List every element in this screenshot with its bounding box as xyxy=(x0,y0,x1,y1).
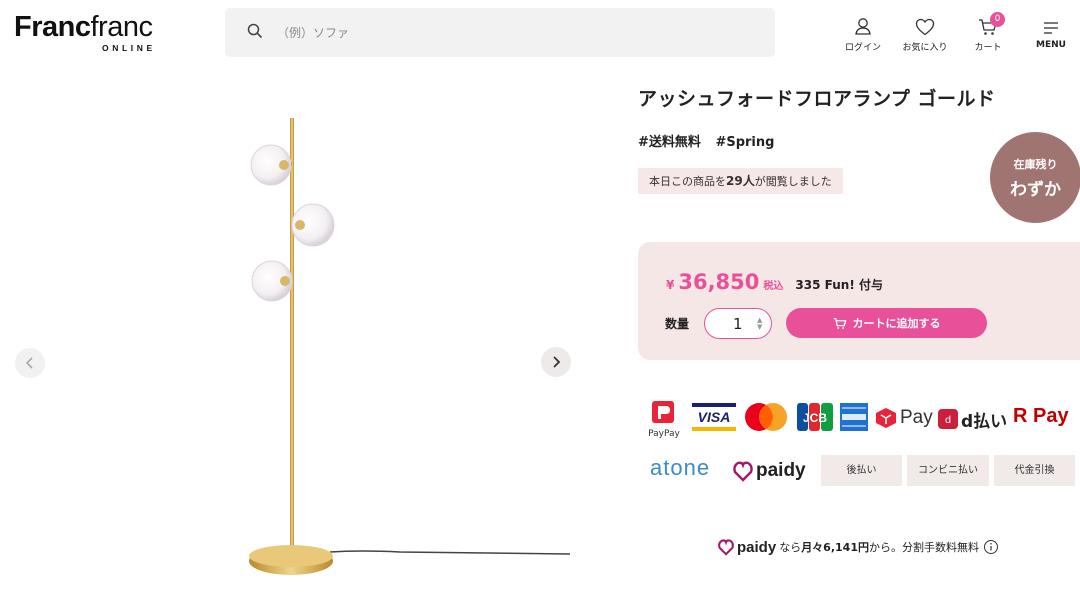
paypay-label: PayPay xyxy=(648,429,680,439)
jcb-logo: JCB xyxy=(797,403,833,431)
purchase-panel: ¥36,850 税込 335 Fun! 付与 数量 1 ▲ ▼ カートに追加する xyxy=(638,242,1080,360)
cart-icon xyxy=(958,14,1018,36)
nav-menu-label: MENU xyxy=(1036,40,1066,50)
product-title: アッシュフォードフロアランプ ゴールド xyxy=(638,88,996,110)
logo-wordmark: Francfranc xyxy=(14,11,153,43)
dpay-label: d払い xyxy=(961,411,1008,432)
paidy-logo: paidy xyxy=(733,457,815,485)
amex-logo xyxy=(840,403,868,431)
dpay-logo: d d払い xyxy=(938,406,1008,432)
tag-spring[interactable]: #Spring xyxy=(715,135,774,150)
rpay-logo: R Pay xyxy=(1013,405,1069,427)
paidy-monthly-amount: 月々6,141円 xyxy=(801,541,869,554)
nav-cart[interactable]: 0 カート xyxy=(958,12,1018,53)
price-row: ¥36,850 税込 335 Fun! 付与 xyxy=(666,270,883,294)
logo-subtitle: ONLINE xyxy=(102,43,156,53)
visa-text: VISA xyxy=(698,409,731,425)
low-stock-badge: 在庫残り わずか xyxy=(990,132,1080,223)
merpay-label: Pay xyxy=(900,407,933,428)
price-value: 36,850 xyxy=(678,270,760,294)
cart-count-badge: 0 xyxy=(990,12,1005,27)
add-to-cart-button[interactable]: カートに追加する xyxy=(786,308,987,338)
jcb-text: JCB xyxy=(803,411,827,425)
spinner-arrows-icon[interactable]: ▲ ▼ xyxy=(757,317,762,331)
tax-included-label: 税込 xyxy=(763,281,784,292)
chevron-right-icon xyxy=(553,356,561,368)
paidy-text-a: なら xyxy=(779,541,802,554)
nav-cart-label: カート xyxy=(974,43,1002,53)
stock-badge-line2: わずか xyxy=(1010,180,1061,200)
cart-plus-icon xyxy=(833,317,846,329)
dpay-icon: d xyxy=(938,409,958,429)
search-icon[interactable] xyxy=(247,23,263,43)
viewed-count: 29人 xyxy=(726,174,755,188)
currency-symbol: ¥ xyxy=(666,278,675,292)
payment-convenience-store: コンビニ払い xyxy=(907,455,989,486)
user-icon xyxy=(833,14,893,36)
paidy-label: paidy xyxy=(756,460,806,481)
product-tags: #送料無料 #Spring xyxy=(638,131,784,150)
viewed-count-notice: 本日この商品を29人が閲覧しました xyxy=(638,168,843,194)
chevron-left-icon xyxy=(25,357,33,369)
site-header: Francfranc ONLINE ログイン お気に入り 0 カート MENU xyxy=(0,0,1080,66)
quantity-stepper[interactable]: 1 ▲ ▼ xyxy=(704,308,772,339)
paypay-logo: PayPay xyxy=(644,400,684,440)
francfranc-logo[interactable]: Francfranc ONLINE xyxy=(14,11,153,53)
tag-free-shipping[interactable]: #送料無料 xyxy=(638,135,701,150)
info-icon[interactable] xyxy=(983,539,999,555)
mastercard-logo xyxy=(742,402,790,432)
paidy-brand: paidy xyxy=(737,538,777,556)
payment-deferred: 後払い xyxy=(821,455,902,486)
paidy-icon xyxy=(718,539,734,556)
merpay-icon xyxy=(876,408,896,428)
menu-icon xyxy=(1021,14,1080,36)
nav-login[interactable]: ログイン xyxy=(833,14,893,53)
svg-text:d: d xyxy=(945,415,951,426)
paidy-icon xyxy=(733,461,753,482)
points-earned: 335 Fun! 付与 xyxy=(795,278,883,292)
search-input[interactable] xyxy=(277,20,747,46)
gallery-prev-button[interactable] xyxy=(15,348,45,378)
paypay-icon xyxy=(652,401,674,423)
add-to-cart-label: カートに追加する xyxy=(852,317,941,330)
paidy-text-b: から。分割手数料無料 xyxy=(868,541,979,554)
nav-menu[interactable]: MENU xyxy=(1021,14,1080,50)
stock-badge-line1: 在庫残り xyxy=(1013,158,1058,171)
merpay-logo: Pay xyxy=(874,405,934,431)
visa-logo: VISA xyxy=(692,403,736,431)
nav-favorites-label: お気に入り xyxy=(902,43,948,53)
nav-login-label: ログイン xyxy=(844,43,881,53)
quantity-label: 数量 xyxy=(665,317,690,331)
gallery-next-button[interactable] xyxy=(541,347,571,377)
payment-cash-on-delivery: 代金引換 xyxy=(994,455,1075,486)
product-image-gallery xyxy=(0,70,590,593)
heart-icon xyxy=(895,14,955,36)
quantity-value[interactable]: 1 xyxy=(733,315,743,333)
paidy-installment-promo: paidy なら 月々6,141円 から。分割手数料無料 xyxy=(718,538,999,556)
search-bar[interactable] xyxy=(225,8,775,57)
nav-favorites[interactable]: お気に入り xyxy=(895,14,955,53)
atone-logo: atone xyxy=(650,455,711,480)
floor-lamp-image xyxy=(249,118,571,575)
